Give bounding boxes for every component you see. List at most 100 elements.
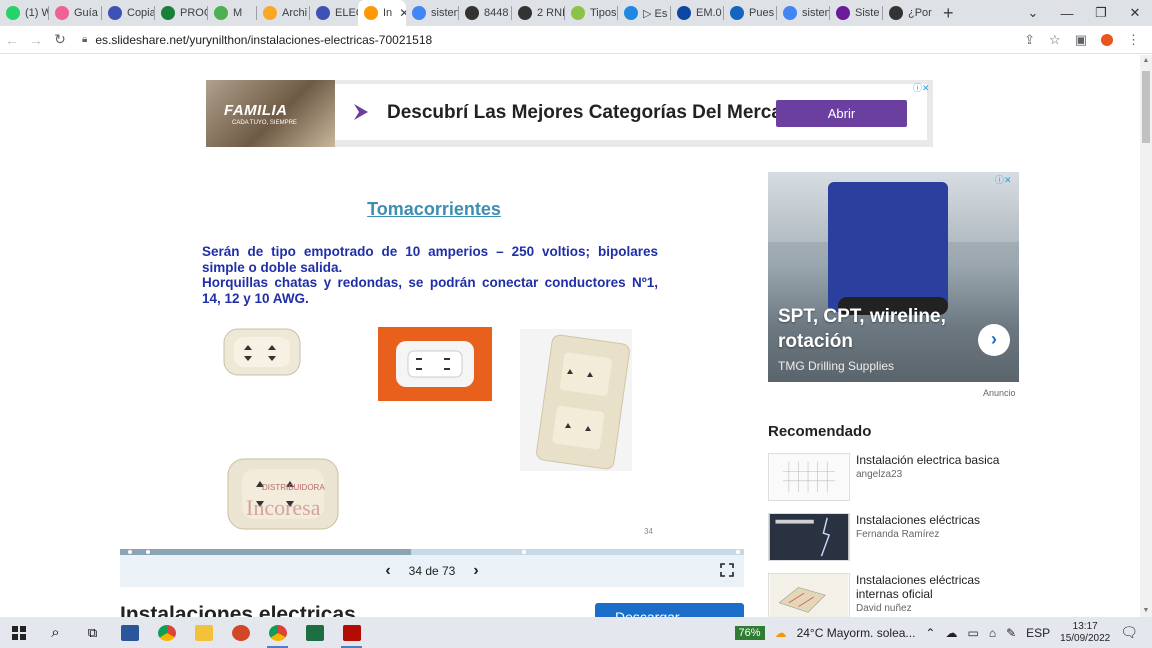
browser-tab[interactable]: ELEC (310, 0, 358, 26)
language-indicator[interactable]: ESP (1026, 626, 1050, 640)
close-tab-icon[interactable]: ✕ (399, 6, 406, 20)
clock-time: 13:17 (1072, 620, 1098, 632)
taskbar-chrome[interactable] (148, 617, 185, 648)
browser-tab[interactable]: ▷ Es (618, 0, 670, 26)
adchoices-icon[interactable]: ⓘ✕ (913, 81, 930, 94)
reload-icon[interactable]: ↻ (48, 31, 72, 48)
slide-title: Tomacorrientes (367, 199, 501, 219)
tab-label: In (383, 7, 393, 19)
bookmark-star-icon[interactable]: ☆ (1049, 32, 1061, 48)
next-slide-icon[interactable]: › (473, 562, 478, 580)
tab-label: Tipos (590, 7, 617, 19)
outlet-photo-1 (223, 328, 301, 376)
tab-favicon-icon (263, 6, 277, 20)
browser-tab[interactable]: Tipos (565, 0, 617, 26)
browser-tab[interactable]: ¿Por (883, 0, 935, 26)
ad-logo-icon (354, 104, 368, 120)
ad-open-button[interactable]: Abrir (776, 100, 907, 127)
minimize-button[interactable]: — (1050, 6, 1084, 21)
browser-tab[interactable]: PROG (155, 0, 207, 26)
browser-tab[interactable]: EM.0 (671, 0, 723, 26)
recommended-item[interactable]: Instalaciones eléctricas internas oficia… (768, 573, 1028, 617)
profile-avatar[interactable] (1101, 33, 1113, 46)
start-button[interactable] (0, 617, 37, 648)
lock-icon[interactable]: 🔒︎ (82, 34, 87, 45)
chevron-up-icon[interactable]: ⌃ (925, 626, 935, 640)
clock[interactable]: 13:17 15/09/2022 (1060, 621, 1110, 645)
windows-taskbar: ⌕ ⧉ 76% ☁ 24°C Mayorm. solea... ⌃ ☁ ▭ ⌂ … (0, 617, 1152, 648)
tab-favicon-icon (364, 6, 378, 20)
menu-icon[interactable]: ⋮ (1127, 32, 1140, 48)
taskbar-word[interactable] (111, 617, 148, 648)
progress-marker (522, 550, 526, 554)
browser-tab[interactable]: Guía (49, 0, 101, 26)
download-button[interactable]: Descargar (595, 603, 744, 617)
chrome-icon (268, 624, 287, 641)
pen-icon[interactable]: ✎ (1006, 626, 1016, 640)
tab-favicon-icon (55, 6, 69, 20)
browser-tab[interactable]: sisten (406, 0, 458, 26)
browser-tab[interactable]: (1) W (0, 0, 48, 26)
search-button[interactable]: ⌕ (37, 617, 74, 648)
browser-tab[interactable]: Archi (257, 0, 309, 26)
slide-paragraph-2: Horquillas chatas y redondas, se podrán … (202, 275, 658, 306)
recommended-item[interactable]: Instalación electrica basica angelza23 (768, 453, 1028, 501)
address-bar[interactable]: 🔒︎ es.slideshare.net/yurynilthon/instala… (82, 28, 1014, 52)
maximize-button[interactable]: ❐ (1084, 5, 1118, 21)
slide-body: Serán de tipo empotrado de 10 amperios –… (202, 244, 658, 306)
browser-tab[interactable]: In ✕ (358, 0, 406, 26)
close-window-button[interactable]: ✕ (1118, 5, 1152, 21)
page-content: FAMILIA CADA TUYO, SIEMPRE Descubrí Las … (0, 55, 1140, 617)
tab-label: 8448 (484, 7, 509, 19)
system-tray: 76% ☁ 24°C Mayorm. solea... ⌃ ☁ ▭ ⌂ ✎ ES… (734, 617, 1152, 648)
scroll-down-icon[interactable]: ▼ (1140, 605, 1152, 617)
new-tab-icon[interactable]: + (935, 3, 962, 24)
browser-tab[interactable]: sisten (777, 0, 829, 26)
scrollbar-thumb[interactable] (1142, 71, 1150, 143)
slide-counter: 34 de 73 (408, 564, 456, 578)
tab-search-icon[interactable]: ⌄ (1016, 5, 1050, 21)
browser-tab[interactable]: Pues (724, 0, 776, 26)
tab-favicon-icon (108, 6, 122, 20)
browser-tab[interactable]: Siste (830, 0, 882, 26)
task-view-button[interactable]: ⧉ (74, 617, 111, 648)
top-banner-ad[interactable]: FAMILIA CADA TUYO, SIEMPRE Descubrí Las … (206, 80, 933, 147)
back-icon[interactable]: ← (0, 32, 24, 48)
battery-icon[interactable]: ▭ (967, 626, 978, 640)
page-scrollbar[interactable]: ▲ ▼ (1140, 55, 1152, 617)
recommended-item[interactable]: Instalaciones eléctricas Fernanda Ramíre… (768, 513, 1028, 561)
battery-indicator[interactable]: 76% (734, 625, 765, 640)
browser-tab[interactable]: Copia (102, 0, 154, 26)
browser-tab[interactable]: 8448 (459, 0, 511, 26)
tab-label: ELEC (335, 7, 358, 19)
tab-label: Guía (74, 7, 98, 19)
sun-cloud-icon: ☁ (774, 625, 787, 640)
slide-viewer[interactable]: Tomacorrientes Serán de tipo empotrado d… (120, 165, 744, 545)
side-ad-go-icon[interactable]: › (978, 324, 1010, 356)
network-icon[interactable]: ⌂ (989, 626, 996, 640)
share-icon[interactable]: ⇪ (1024, 32, 1035, 48)
taskbar-powerpoint[interactable] (222, 617, 259, 648)
scroll-up-icon[interactable]: ▲ (1140, 55, 1152, 67)
fullscreen-icon[interactable] (720, 563, 734, 577)
recommended-heading: Recomendado (768, 423, 872, 440)
taskbar-excel[interactable] (296, 617, 333, 648)
forward-icon[interactable]: → (24, 32, 48, 48)
taskbar-chrome-active[interactable] (259, 617, 296, 648)
notifications-icon[interactable]: 🗨︎ (1120, 624, 1138, 641)
taskbar-acrobat[interactable] (333, 617, 370, 648)
tab-favicon-icon (465, 6, 479, 20)
taskbar-explorer[interactable] (185, 617, 222, 648)
browser-tab[interactable]: M (208, 0, 256, 26)
side-ad[interactable]: SPT, CPT, wireline, rotación TMG Drillin… (768, 172, 1019, 382)
prev-slide-icon[interactable]: ‹ (385, 562, 390, 580)
tab-label: Siste (855, 7, 880, 19)
clock-date: 15/09/2022 (1060, 632, 1111, 644)
sidepanel-icon[interactable]: ▣ (1075, 32, 1087, 48)
cloud-icon[interactable]: ☁ (945, 626, 957, 640)
tab-favicon-icon (214, 6, 228, 20)
weather-text[interactable]: 24°C Mayorm. solea... (797, 626, 916, 640)
browser-tab[interactable]: 2 RNI (512, 0, 564, 26)
tab-label: ¿Por (908, 7, 932, 19)
adchoices-icon[interactable]: ⓘ✕ (995, 173, 1012, 186)
